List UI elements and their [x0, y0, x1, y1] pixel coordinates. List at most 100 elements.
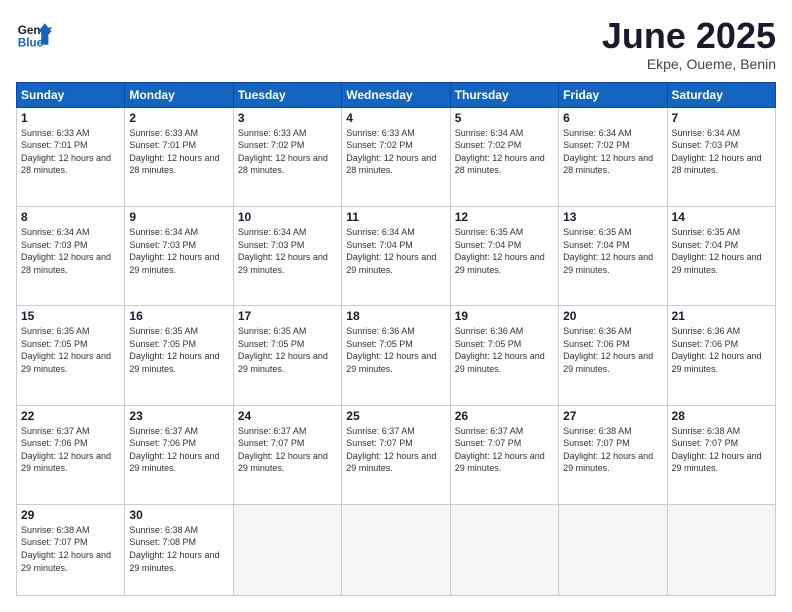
day-number: 30: [129, 508, 228, 522]
day-cell-4: 4 Sunrise: 6:33 AM Sunset: 7:02 PM Dayli…: [342, 107, 450, 206]
day-cell-27: 27 Sunrise: 6:38 AM Sunset: 7:07 PM Dayl…: [559, 405, 667, 504]
day-cell-13: 13 Sunrise: 6:35 AM Sunset: 7:04 PM Dayl…: [559, 206, 667, 305]
day-cell-19: 19 Sunrise: 6:36 AM Sunset: 7:05 PM Dayl…: [450, 306, 558, 405]
day-cell-14: 14 Sunrise: 6:35 AM Sunset: 7:04 PM Dayl…: [667, 206, 775, 305]
day-number: 22: [21, 409, 120, 423]
empty-cell: [233, 504, 341, 595]
day-info: Sunrise: 6:35 AM Sunset: 7:05 PM Dayligh…: [129, 325, 228, 375]
day-info: Sunrise: 6:35 AM Sunset: 7:05 PM Dayligh…: [238, 325, 337, 375]
day-info: Sunrise: 6:34 AM Sunset: 7:03 PM Dayligh…: [129, 226, 228, 276]
day-number: 2: [129, 111, 228, 125]
day-info: Sunrise: 6:33 AM Sunset: 7:01 PM Dayligh…: [129, 127, 228, 177]
day-info: Sunrise: 6:38 AM Sunset: 7:07 PM Dayligh…: [563, 425, 662, 475]
month-title: June 2025: [602, 16, 776, 56]
day-cell-8: 8 Sunrise: 6:34 AM Sunset: 7:03 PM Dayli…: [17, 206, 125, 305]
header-sunday: Sunday: [17, 82, 125, 107]
header-saturday: Saturday: [667, 82, 775, 107]
day-cell-1: 1 Sunrise: 6:33 AM Sunset: 7:01 PM Dayli…: [17, 107, 125, 206]
day-cell-30: 30 Sunrise: 6:38 AM Sunset: 7:08 PM Dayl…: [125, 504, 233, 595]
empty-cell: [559, 504, 667, 595]
day-number: 15: [21, 309, 120, 323]
day-info: Sunrise: 6:33 AM Sunset: 7:02 PM Dayligh…: [238, 127, 337, 177]
day-number: 24: [238, 409, 337, 423]
header: General Blue June 2025 Ekpe, Oueme, Beni…: [16, 16, 776, 72]
day-info: Sunrise: 6:36 AM Sunset: 7:05 PM Dayligh…: [346, 325, 445, 375]
day-number: 19: [455, 309, 554, 323]
day-info: Sunrise: 6:36 AM Sunset: 7:06 PM Dayligh…: [672, 325, 771, 375]
day-number: 26: [455, 409, 554, 423]
day-number: 3: [238, 111, 337, 125]
location: Ekpe, Oueme, Benin: [602, 56, 776, 72]
title-section: June 2025 Ekpe, Oueme, Benin: [602, 16, 776, 72]
day-number: 14: [672, 210, 771, 224]
day-number: 28: [672, 409, 771, 423]
day-info: Sunrise: 6:34 AM Sunset: 7:02 PM Dayligh…: [455, 127, 554, 177]
week-row-5: 29 Sunrise: 6:38 AM Sunset: 7:07 PM Dayl…: [17, 504, 776, 595]
day-number: 7: [672, 111, 771, 125]
day-number: 11: [346, 210, 445, 224]
day-info: Sunrise: 6:37 AM Sunset: 7:07 PM Dayligh…: [455, 425, 554, 475]
day-cell-26: 26 Sunrise: 6:37 AM Sunset: 7:07 PM Dayl…: [450, 405, 558, 504]
page: General Blue June 2025 Ekpe, Oueme, Beni…: [0, 0, 792, 612]
day-cell-25: 25 Sunrise: 6:37 AM Sunset: 7:07 PM Dayl…: [342, 405, 450, 504]
day-info: Sunrise: 6:38 AM Sunset: 7:08 PM Dayligh…: [129, 524, 228, 574]
week-row-2: 8 Sunrise: 6:34 AM Sunset: 7:03 PM Dayli…: [17, 206, 776, 305]
logo-icon: General Blue: [16, 16, 52, 52]
day-number: 20: [563, 309, 662, 323]
day-cell-11: 11 Sunrise: 6:34 AM Sunset: 7:04 PM Dayl…: [342, 206, 450, 305]
day-info: Sunrise: 6:34 AM Sunset: 7:03 PM Dayligh…: [21, 226, 120, 276]
day-number: 5: [455, 111, 554, 125]
empty-cell: [342, 504, 450, 595]
day-number: 8: [21, 210, 120, 224]
day-info: Sunrise: 6:33 AM Sunset: 7:01 PM Dayligh…: [21, 127, 120, 177]
day-number: 10: [238, 210, 337, 224]
day-number: 23: [129, 409, 228, 423]
day-cell-10: 10 Sunrise: 6:34 AM Sunset: 7:03 PM Dayl…: [233, 206, 341, 305]
day-cell-9: 9 Sunrise: 6:34 AM Sunset: 7:03 PM Dayli…: [125, 206, 233, 305]
day-cell-5: 5 Sunrise: 6:34 AM Sunset: 7:02 PM Dayli…: [450, 107, 558, 206]
day-cell-29: 29 Sunrise: 6:38 AM Sunset: 7:07 PM Dayl…: [17, 504, 125, 595]
day-number: 17: [238, 309, 337, 323]
day-number: 6: [563, 111, 662, 125]
empty-cell: [450, 504, 558, 595]
day-number: 1: [21, 111, 120, 125]
day-info: Sunrise: 6:35 AM Sunset: 7:05 PM Dayligh…: [21, 325, 120, 375]
day-cell-28: 28 Sunrise: 6:38 AM Sunset: 7:07 PM Dayl…: [667, 405, 775, 504]
header-wednesday: Wednesday: [342, 82, 450, 107]
day-info: Sunrise: 6:38 AM Sunset: 7:07 PM Dayligh…: [672, 425, 771, 475]
day-number: 18: [346, 309, 445, 323]
day-cell-12: 12 Sunrise: 6:35 AM Sunset: 7:04 PM Dayl…: [450, 206, 558, 305]
day-cell-23: 23 Sunrise: 6:37 AM Sunset: 7:06 PM Dayl…: [125, 405, 233, 504]
day-cell-6: 6 Sunrise: 6:34 AM Sunset: 7:02 PM Dayli…: [559, 107, 667, 206]
day-cell-17: 17 Sunrise: 6:35 AM Sunset: 7:05 PM Dayl…: [233, 306, 341, 405]
day-cell-7: 7 Sunrise: 6:34 AM Sunset: 7:03 PM Dayli…: [667, 107, 775, 206]
day-number: 21: [672, 309, 771, 323]
day-cell-18: 18 Sunrise: 6:36 AM Sunset: 7:05 PM Dayl…: [342, 306, 450, 405]
day-number: 4: [346, 111, 445, 125]
day-number: 13: [563, 210, 662, 224]
week-row-3: 15 Sunrise: 6:35 AM Sunset: 7:05 PM Dayl…: [17, 306, 776, 405]
header-friday: Friday: [559, 82, 667, 107]
day-cell-16: 16 Sunrise: 6:35 AM Sunset: 7:05 PM Dayl…: [125, 306, 233, 405]
empty-cell: [667, 504, 775, 595]
day-info: Sunrise: 6:35 AM Sunset: 7:04 PM Dayligh…: [455, 226, 554, 276]
week-row-4: 22 Sunrise: 6:37 AM Sunset: 7:06 PM Dayl…: [17, 405, 776, 504]
day-number: 16: [129, 309, 228, 323]
day-info: Sunrise: 6:33 AM Sunset: 7:02 PM Dayligh…: [346, 127, 445, 177]
header-thursday: Thursday: [450, 82, 558, 107]
logo: General Blue: [16, 16, 56, 52]
day-cell-15: 15 Sunrise: 6:35 AM Sunset: 7:05 PM Dayl…: [17, 306, 125, 405]
day-info: Sunrise: 6:35 AM Sunset: 7:04 PM Dayligh…: [672, 226, 771, 276]
day-info: Sunrise: 6:34 AM Sunset: 7:03 PM Dayligh…: [672, 127, 771, 177]
day-info: Sunrise: 6:36 AM Sunset: 7:05 PM Dayligh…: [455, 325, 554, 375]
day-number: 29: [21, 508, 120, 522]
day-info: Sunrise: 6:34 AM Sunset: 7:03 PM Dayligh…: [238, 226, 337, 276]
day-info: Sunrise: 6:34 AM Sunset: 7:04 PM Dayligh…: [346, 226, 445, 276]
svg-text:Blue: Blue: [18, 37, 44, 50]
day-info: Sunrise: 6:37 AM Sunset: 7:06 PM Dayligh…: [21, 425, 120, 475]
day-info: Sunrise: 6:38 AM Sunset: 7:07 PM Dayligh…: [21, 524, 120, 574]
day-info: Sunrise: 6:36 AM Sunset: 7:06 PM Dayligh…: [563, 325, 662, 375]
day-cell-2: 2 Sunrise: 6:33 AM Sunset: 7:01 PM Dayli…: [125, 107, 233, 206]
day-info: Sunrise: 6:37 AM Sunset: 7:06 PM Dayligh…: [129, 425, 228, 475]
week-row-1: 1 Sunrise: 6:33 AM Sunset: 7:01 PM Dayli…: [17, 107, 776, 206]
